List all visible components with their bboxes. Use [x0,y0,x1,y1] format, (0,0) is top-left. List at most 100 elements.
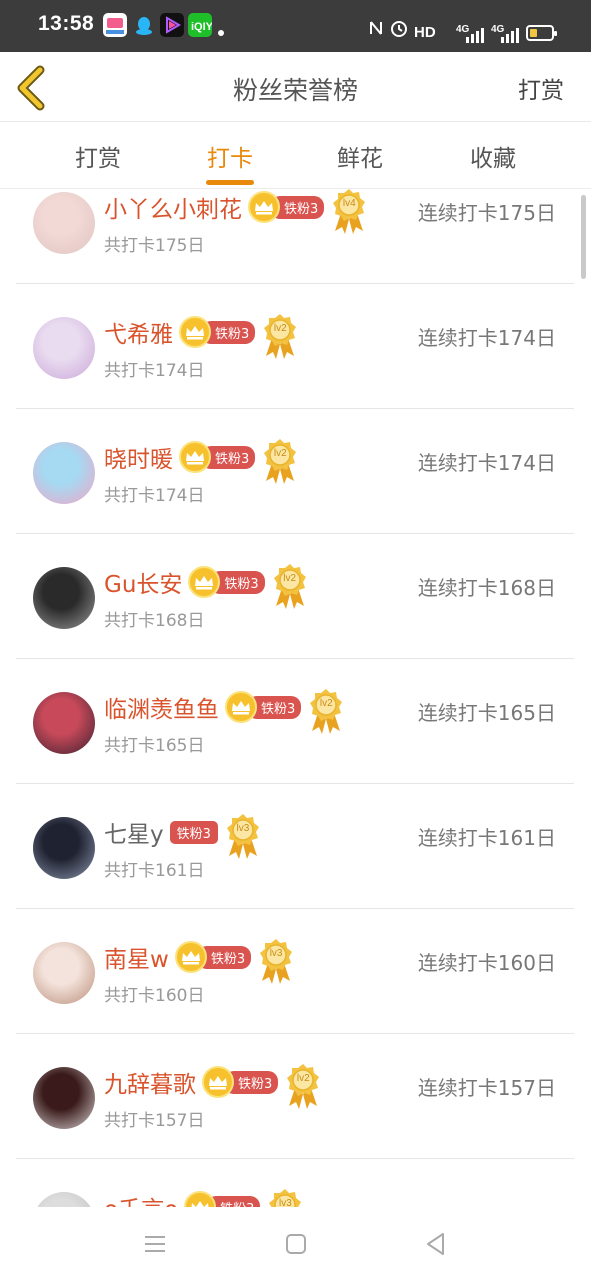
total-checkin: 共打卡160日 [104,986,205,1006]
user-name-line: 九辞暮歌 铁粉3 lv2 [104,1064,322,1109]
level-medal-icon: lv2 [261,437,299,485]
avatar[interactable] [33,1192,95,1207]
nfc-icon [368,0,384,52]
avatar[interactable] [33,192,95,254]
list-item[interactable]: Gu长安 铁粉3 lv2 共打卡168日 连续打卡168日 [16,534,574,659]
user-name[interactable]: 弋希雅 [104,315,173,349]
level-label: lv2 [319,698,333,709]
tab-favorites[interactable]: 收藏 [433,139,553,173]
status-bar: 13:58 iQIY HD 4G 4G [0,0,591,52]
user-name-line: 弋希雅 铁粉3 lv2 [104,314,299,359]
user-name-line: Gu长安 铁粉3 lv2 [104,564,309,609]
crown-icon [248,191,280,223]
home-icon[interactable] [281,1229,311,1259]
level-label: lv2 [296,1073,310,1084]
fan-badge: 铁粉3 [174,941,252,973]
level-label: lv2 [273,323,287,334]
user-name-line: 小丫么小刺花 铁粉3 lv4 [104,189,368,234]
level-medal-icon: lv2 [261,312,299,360]
streak-checkin: 连续打卡168日 [417,576,556,600]
user-name[interactable]: Gu长安 [104,565,182,599]
level-medal-icon: lv3 [266,1187,304,1207]
hd-indicator: HD [414,24,436,41]
crown-icon [174,941,207,973]
avatar[interactable] [33,442,95,504]
total-checkin: 共打卡174日 [104,361,205,381]
tab-bar: 打赏 打卡 鲜花 收藏 [0,122,591,189]
streak-checkin: 连续打卡174日 [417,451,556,475]
level-medal-icon: lv3 [257,937,295,985]
total-checkin: 共打卡168日 [104,611,205,631]
user-name[interactable]: 晓时暖 [104,440,173,474]
tab-flowers[interactable]: 鲜花 [300,139,420,173]
user-name[interactable]: 七星y [104,815,164,849]
bilibili-comics-icon [103,13,127,37]
user-name[interactable]: 小丫么小刺花 [104,190,242,224]
fan-level-label: 铁粉3 [169,820,218,844]
status-time: 13:58 [38,12,95,35]
menu-icon[interactable] [140,1229,170,1259]
svg-text:iQIY: iQIY [191,21,212,33]
streak-checkin: 连续打卡161日 [417,826,556,850]
fan-badge: 铁粉3 [248,191,325,223]
total-checkin: 共打卡175日 [104,236,205,256]
list-item[interactable]: 晓时暖 铁粉3 lv2 共打卡174日 连续打卡174日 [16,409,574,534]
user-name-line: 临渊羡鱼鱼 铁粉3 lv2 [104,689,345,734]
level-label: lv4 [342,198,356,209]
streak-checkin: 连续打卡160日 [417,951,556,975]
back-nav-icon[interactable] [420,1229,450,1259]
notification-dot [218,30,224,36]
level-medal-icon: lv2 [284,1062,322,1110]
total-checkin: 共打卡174日 [104,486,205,506]
fan-badge: 铁粉3 [179,316,256,348]
page-title: 粉丝荣誉榜 [232,76,358,105]
fan-badge: 铁粉3 [184,1191,261,1207]
avatar[interactable] [33,567,95,629]
level-label: lv3 [236,823,250,834]
list-item[interactable]: o千言o 铁粉3 lv3 [16,1159,574,1207]
level-medal-icon: lv3 [224,812,262,860]
user-name-line: 南星w 铁粉3 lv3 [104,939,295,984]
signal-2-icon [501,28,519,43]
user-name-line: 七星y 铁粉3 lv3 [104,814,262,859]
list-item[interactable]: 小丫么小刺花 铁粉3 lv4 共打卡175日 连续打卡175日 [16,189,574,284]
avatar[interactable] [33,317,95,379]
level-medal-icon: lv2 [307,687,345,735]
battery-icon [526,25,557,41]
alarm-icon [389,0,409,52]
avatar[interactable] [33,817,95,879]
list-item[interactable]: 九辞暮歌 铁粉3 lv2 共打卡157日 连续打卡157日 [16,1034,574,1159]
crown-icon [202,1066,234,1098]
fan-badge: 铁粉3 [179,441,256,473]
avatar[interactable] [33,942,95,1004]
header: 粉丝荣誉榜 打赏 [0,52,591,122]
avatar[interactable] [33,692,95,754]
fan-badge: 铁粉3 [169,820,218,844]
ranking-list[interactable]: 小丫么小刺花 铁粉3 lv4 共打卡175日 连续打卡175日 弋希雅 铁粉3 [0,189,591,1207]
list-item[interactable]: 南星w 铁粉3 lv3 共打卡160日 连续打卡160日 [16,909,574,1034]
list-item[interactable]: 临渊羡鱼鱼 铁粉3 lv2 共打卡165日 连续打卡165日 [16,659,574,784]
tab-checkin[interactable]: 打卡 [170,139,290,173]
user-name[interactable]: 九辞暮歌 [104,1065,196,1099]
avatar[interactable] [33,1067,95,1129]
crown-icon [179,441,211,473]
total-checkin: 共打卡157日 [104,1111,205,1131]
user-name-line: o千言o 铁粉3 lv3 [104,1189,304,1207]
crown-icon [225,691,257,723]
user-name[interactable]: o千言o [104,1190,178,1207]
fan-badge: 铁粉3 [202,1066,279,1098]
signal-1-icon [466,28,484,43]
tab-reward[interactable]: 打赏 [38,139,158,173]
user-name[interactable]: 南星w [104,940,169,974]
level-label: lv3 [279,1198,292,1207]
level-medal-icon: lv2 [271,562,309,610]
scrollbar[interactable] [581,195,586,279]
list-item[interactable]: 弋希雅 铁粉3 lv2 共打卡174日 连续打卡174日 [16,284,574,409]
system-nav-bar [0,1207,591,1280]
reward-action-button[interactable]: 打赏 [518,71,564,105]
user-name[interactable]: 临渊羡鱼鱼 [104,690,219,724]
list-item[interactable]: 七星y 铁粉3 lv3 共打卡161日 连续打卡161日 [16,784,574,909]
streak-checkin: 连续打卡165日 [417,701,556,725]
crown-icon [179,316,211,348]
music-icon [160,13,184,37]
